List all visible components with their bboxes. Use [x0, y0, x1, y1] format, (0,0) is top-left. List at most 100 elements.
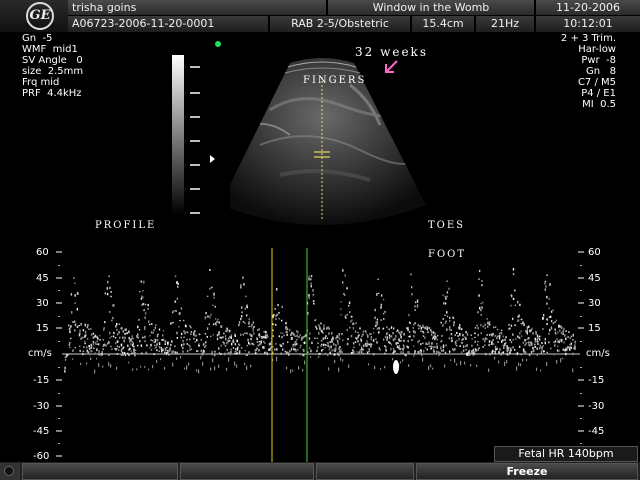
spectrum-speckle	[446, 295, 448, 298]
spectrum-speckle	[246, 314, 248, 317]
spectrum-speckle	[184, 324, 187, 328]
spectrum-speckle	[316, 349, 318, 353]
spectrum-speckle	[186, 339, 188, 341]
spectrum-speckle	[488, 321, 491, 325]
spectrum-speckle	[296, 349, 299, 351]
spectrum-speckle	[470, 334, 472, 336]
spectrum-speckle	[144, 340, 146, 343]
spectrum-speckle	[408, 331, 411, 333]
spectrum-speckle	[308, 275, 311, 277]
spectrum-speckle	[508, 349, 510, 352]
spectrum-speckle	[397, 329, 399, 332]
spectrum-speckle	[364, 330, 367, 333]
trackball-icon	[4, 466, 14, 476]
spectrum-speckle	[450, 337, 453, 339]
spectrum-speckle	[362, 330, 365, 333]
footer-knob[interactable]	[0, 463, 20, 480]
scale-right-60: 60	[588, 247, 601, 258]
spectrum-speckle	[102, 345, 104, 347]
spectrum-speckle	[202, 361, 204, 366]
spectrum-speckle	[322, 343, 325, 347]
spectrum-speckle	[436, 346, 438, 349]
spectrum-speckle	[132, 342, 134, 345]
spectrum-speckle	[175, 310, 177, 312]
spectrum-speckle	[252, 342, 254, 345]
softkey-3[interactable]	[316, 463, 414, 480]
spectrum-speckle	[522, 341, 524, 344]
spectrum-speckle	[502, 339, 504, 342]
spectrum-speckle	[480, 302, 482, 305]
spectrum-speckle	[238, 351, 241, 354]
spectrum-speckle	[328, 346, 331, 348]
spectrum-speckle	[127, 352, 129, 355]
spectrum-speckle	[546, 323, 548, 326]
spectrum-speckle	[350, 320, 352, 323]
spectrum-speckle	[484, 344, 486, 346]
spectrum-speckle	[340, 314, 342, 316]
spectrum-speckle	[140, 344, 143, 347]
spectrum-speckle	[230, 336, 233, 339]
spectrum-speckle	[182, 347, 184, 349]
spectrum-speckle	[556, 338, 558, 340]
spectrum-speckle	[220, 344, 222, 347]
spectrum-speckle	[440, 339, 443, 342]
spectrum-speckle	[200, 349, 203, 352]
spectrum-speckle	[189, 338, 191, 341]
param-mi: MI 0.5	[582, 99, 616, 110]
spectrum-speckle	[226, 327, 228, 330]
spectrum-speckle	[412, 345, 415, 347]
spectrum-speckle	[142, 336, 144, 339]
scale-left-m45: -45	[33, 426, 50, 437]
softkey-2[interactable]	[180, 463, 314, 480]
spectrum-speckle	[351, 316, 353, 318]
spectrum-speckle	[177, 285, 179, 288]
spectrum-speckle	[512, 333, 514, 336]
spectrum-speckle	[218, 347, 220, 350]
spectrum-speckle	[376, 294, 378, 296]
spectrum-speckle	[376, 318, 379, 321]
spectrum-speckle	[229, 353, 231, 356]
spectrum-speckle	[430, 330, 433, 334]
spectrum-speckle	[475, 348, 477, 351]
freeze-button[interactable]: Freeze	[416, 463, 638, 480]
units-left: cm/s	[28, 348, 52, 359]
spectrum-speckle	[154, 340, 157, 343]
spectrum-speckle	[72, 321, 74, 323]
spectrum-speckle	[162, 348, 164, 352]
spectrum-speckle	[368, 350, 370, 353]
spectrum-speckle	[186, 343, 188, 345]
spectrum-speckle	[205, 341, 207, 344]
spectrum-speckle	[144, 335, 146, 339]
spectrum-speckle	[312, 294, 315, 296]
spectrum-speckle	[285, 321, 287, 325]
spectrum-speckle	[530, 341, 532, 344]
spectrum-speckle	[386, 332, 388, 336]
spectrum-speckle	[98, 351, 100, 354]
spectrum-speckle	[88, 347, 91, 350]
spectrum-speckle	[319, 352, 321, 356]
spectrum-speckle	[94, 341, 97, 344]
spectrum-speckle	[334, 343, 337, 346]
spectrum-speckle	[470, 352, 472, 355]
spectrum-speckle	[264, 330, 267, 333]
spectrum-speckle	[342, 359, 344, 362]
spectrum-speckle	[449, 319, 451, 322]
spectrum-speckle	[210, 335, 212, 338]
spectrum-speckle	[79, 349, 81, 352]
spectrum-speckle	[162, 338, 165, 342]
param-frequency: Frq mid	[22, 77, 60, 88]
spectrum-speckle	[453, 321, 455, 324]
spectrum-speckle	[130, 343, 132, 346]
spectrum-speckle	[545, 285, 547, 288]
spectrum-speckle	[72, 358, 74, 360]
spectrum-speckle	[193, 337, 195, 340]
spectrum-speckle	[564, 334, 566, 337]
spectrum-speckle	[90, 350, 92, 352]
spectrum-speckle	[492, 343, 495, 346]
spectrum-speckle	[510, 294, 513, 298]
spectrum-speckle	[476, 343, 479, 346]
softkey-1[interactable]	[22, 463, 178, 480]
spectrum-speckle	[477, 340, 479, 343]
spectrum-speckle	[150, 344, 152, 347]
spectrum-speckle	[448, 328, 451, 331]
